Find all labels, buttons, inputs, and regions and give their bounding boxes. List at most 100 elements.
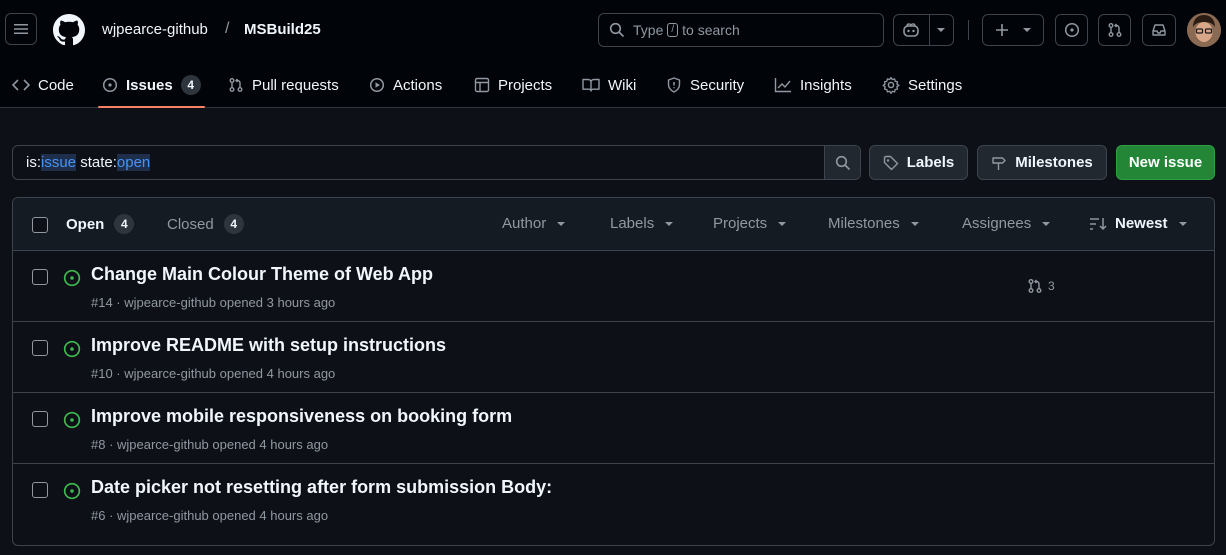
hamburger-icon (14, 24, 28, 34)
labels-button[interactable]: Labels (869, 145, 968, 180)
issue-checkbox[interactable] (32, 482, 48, 498)
milestone-icon (991, 155, 1007, 171)
milestones-filter-label: Milestones (828, 215, 900, 232)
linked-pull-requests[interactable]: 3 (1027, 278, 1055, 294)
issue-checkbox[interactable] (32, 411, 48, 427)
filter-search-button[interactable] (824, 146, 860, 179)
chevron-down-icon (556, 219, 566, 229)
new-issue-button[interactable]: New issue (1116, 145, 1215, 180)
tab-security[interactable]: Security (666, 62, 744, 108)
issue-meta: #8 · wjpearce-github opened 4 hours ago (91, 437, 329, 452)
inbox-icon (1151, 22, 1167, 38)
filter-query[interactable]: is: issue state: open (13, 146, 824, 179)
github-logo-icon[interactable] (53, 14, 85, 46)
tab-wiki[interactable]: Wiki (582, 62, 636, 108)
tag-icon (883, 155, 899, 171)
search-icon (835, 155, 851, 171)
issue-checkbox[interactable] (32, 340, 48, 356)
list-item: Improve mobile responsiveness on booking… (13, 393, 1214, 464)
author-filter-label: Author (502, 215, 547, 232)
sort-desc-icon (1089, 217, 1107, 231)
issue-title-link[interactable]: Date picker not resetting after form sub… (91, 477, 552, 498)
new-issue-button-label: New issue (1128, 154, 1203, 171)
search-shortcut-key: / (667, 23, 679, 37)
issue-opened-icon (102, 77, 118, 93)
chevron-down-icon (910, 219, 920, 229)
chevron-down-icon (1178, 219, 1188, 229)
labels-button-label: Labels (906, 154, 955, 171)
tab-label: Actions (393, 76, 443, 94)
chevron-down-icon (1041, 219, 1051, 229)
issue-meta: #10 · wjpearce-github opened 4 hours ago (91, 366, 336, 381)
projects-filter-dropdown[interactable]: Projects (713, 215, 787, 232)
play-icon (369, 77, 385, 93)
global-search-input[interactable]: Type / to search (598, 13, 884, 47)
assignees-filter-dropdown[interactable]: Assignees (962, 215, 1051, 232)
shield-icon (666, 77, 682, 93)
issue-checkbox[interactable] (32, 269, 48, 285)
issues-filter-input[interactable]: is: issue state: open (12, 145, 861, 180)
tab-issues[interactable]: Issues 4 (98, 62, 205, 108)
issue-title-link[interactable]: Change Main Colour Theme of Web App (91, 264, 433, 285)
tab-label: Insights (800, 76, 852, 94)
tab-code[interactable]: Code (12, 62, 74, 108)
pull-requests-shortcut-button[interactable] (1098, 14, 1131, 46)
plus-icon (994, 22, 1010, 38)
git-pull-request-icon (228, 77, 244, 93)
closed-issues-filter[interactable]: Closed 4 (167, 214, 244, 234)
open-count-badge: 4 (114, 214, 135, 234)
milestones-button[interactable]: Milestones (977, 145, 1107, 180)
issues-shortcut-button[interactable] (1055, 14, 1088, 46)
issues-list-header: Open 4 Closed 4 Author Labels Projects M… (13, 198, 1214, 251)
issue-opened-icon (63, 411, 81, 429)
open-issues-filter[interactable]: Open 4 (66, 214, 135, 234)
tab-label: Projects (498, 76, 553, 94)
search-icon (609, 22, 625, 38)
issue-opened-icon (63, 340, 81, 358)
tab-label: Settings (908, 76, 963, 94)
tab-label: Issues (126, 76, 173, 94)
menu-button[interactable] (5, 13, 37, 45)
issue-opened-icon (63, 482, 81, 500)
gear-icon (882, 76, 900, 94)
issue-title-link[interactable]: Improve mobile responsiveness on booking… (91, 406, 512, 427)
author-filter-dropdown[interactable]: Author (502, 215, 566, 232)
graph-icon (774, 77, 792, 93)
list-item: Date picker not resetting after form sub… (13, 464, 1214, 535)
breadcrumb-owner[interactable]: wjpearce-github (102, 21, 208, 38)
milestones-filter-dropdown[interactable]: Milestones (828, 215, 920, 232)
repo-header: wjpearce-github / MSBuild25 Type / to se… (0, 0, 1226, 108)
tab-label: Wiki (608, 76, 637, 94)
filter-key-state: state: (76, 154, 117, 171)
git-pull-request-icon (1027, 278, 1043, 294)
issue-title-link[interactable]: Improve README with setup instructions (91, 335, 446, 356)
tab-pull-requests[interactable]: Pull requests (228, 62, 339, 108)
tab-insights[interactable]: Insights (774, 62, 852, 108)
inbox-button[interactable] (1142, 14, 1176, 46)
avatar[interactable] (1187, 13, 1221, 47)
code-icon (12, 77, 30, 93)
breadcrumb-separator: / (225, 20, 230, 37)
header-divider (968, 20, 969, 40)
labels-filter-dropdown[interactable]: Labels (610, 215, 674, 232)
issue-meta: #6 · wjpearce-github opened 4 hours ago (91, 508, 329, 523)
tab-label: Pull requests (252, 76, 339, 94)
copilot-button[interactable] (893, 14, 954, 46)
open-label: Open (66, 215, 105, 233)
milestones-button-label: Milestones (1015, 154, 1093, 171)
sort-dropdown[interactable]: Newest (1089, 215, 1188, 232)
issue-opened-icon (63, 269, 81, 287)
sort-label: Newest (1115, 215, 1168, 232)
issue-opened-icon (1064, 22, 1080, 38)
search-placeholder-suffix: to search (682, 22, 740, 38)
breadcrumb-repo[interactable]: MSBuild25 (244, 21, 321, 38)
assignees-filter-label: Assignees (962, 215, 1032, 232)
create-new-button[interactable] (982, 14, 1044, 46)
select-all-checkbox[interactable] (32, 217, 48, 233)
tab-settings[interactable]: Settings (882, 62, 962, 108)
filter-value-issue: issue (41, 154, 77, 171)
tab-actions[interactable]: Actions (369, 62, 442, 108)
tab-projects[interactable]: Projects (474, 62, 552, 108)
issue-meta: #14 · wjpearce-github opened 3 hours ago (91, 295, 336, 310)
git-pull-request-icon (1107, 22, 1123, 38)
